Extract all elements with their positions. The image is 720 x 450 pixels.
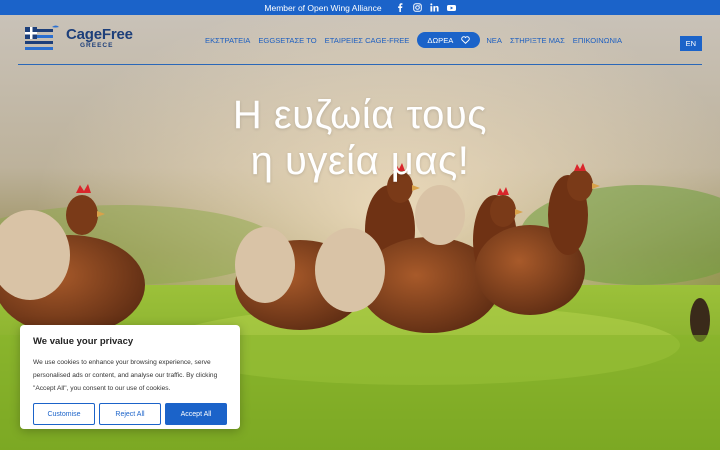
main-navigation: ΕΚΣΤΡΑΤΕΙΑ EGGSETAΣΕ ΤΟ ΕΤΑΙΡΕΙΕΣ CAGE-F… (205, 32, 630, 48)
youtube-icon[interactable] (446, 3, 456, 12)
cookie-actions: Customise Reject All Accept All (33, 403, 227, 425)
logo-wordmark: CageFree (66, 25, 133, 43)
hero-line-2: η υγεία μας! (250, 139, 470, 183)
hero-headline: Η ευζωία τους η υγεία μας! (0, 92, 720, 184)
alliance-text: Member of Open Wing Alliance (264, 2, 382, 13)
facebook-icon[interactable] (396, 3, 405, 12)
logo-subtitle: GREECE (80, 41, 114, 49)
cookie-title: We value your privacy (33, 336, 134, 347)
heart-icon (461, 36, 471, 44)
social-links (396, 3, 456, 12)
cagefree-logo[interactable]: CageFree GREECE (22, 25, 133, 51)
accept-all-button[interactable]: Accept All (165, 403, 227, 425)
nav-item-support[interactable]: ΣΤΗΡΙΞΤΕ ΜΑΣ (510, 36, 565, 45)
donate-button[interactable]: ΔΩΡΕΑ (417, 32, 481, 48)
greek-flag-logo-icon (25, 25, 59, 50)
customise-button[interactable]: Customise (33, 403, 95, 425)
instagram-icon[interactable] (412, 3, 422, 12)
cookie-text: We use cookies to enhance your browsing … (33, 359, 218, 392)
nav-item-companies[interactable]: ΕΤΑΙΡΕΙΕΣ CAGE-FREE (325, 36, 410, 45)
donate-label: ΔΩΡΕΑ (427, 35, 454, 45)
nav-item-news[interactable]: ΝΕΑ (486, 36, 502, 45)
language-switch-button[interactable]: EN (679, 36, 702, 51)
hero-line-1: Η ευζωία τους (232, 93, 488, 137)
nav-item-campaign[interactable]: ΕΚΣΤΡΑΤΕΙΑ (205, 36, 250, 45)
reject-all-button[interactable]: Reject All (99, 403, 161, 425)
site-header: CageFree GREECE ΕΚΣΤΡΑΤΕΙΑ EGGSETAΣΕ ΤΟ … (18, 15, 702, 65)
cookie-consent-banner: We value your privacy We use cookies to … (20, 325, 240, 429)
linkedin-icon[interactable] (429, 3, 439, 12)
nav-item-contact[interactable]: ΕΠΙΚΟΙΝΩΝΙΑ (573, 36, 622, 45)
top-announcement-bar: Member of Open Wing Alliance (0, 0, 720, 15)
nav-item-eggsetase[interactable]: EGGSETAΣΕ ΤΟ (258, 36, 316, 45)
